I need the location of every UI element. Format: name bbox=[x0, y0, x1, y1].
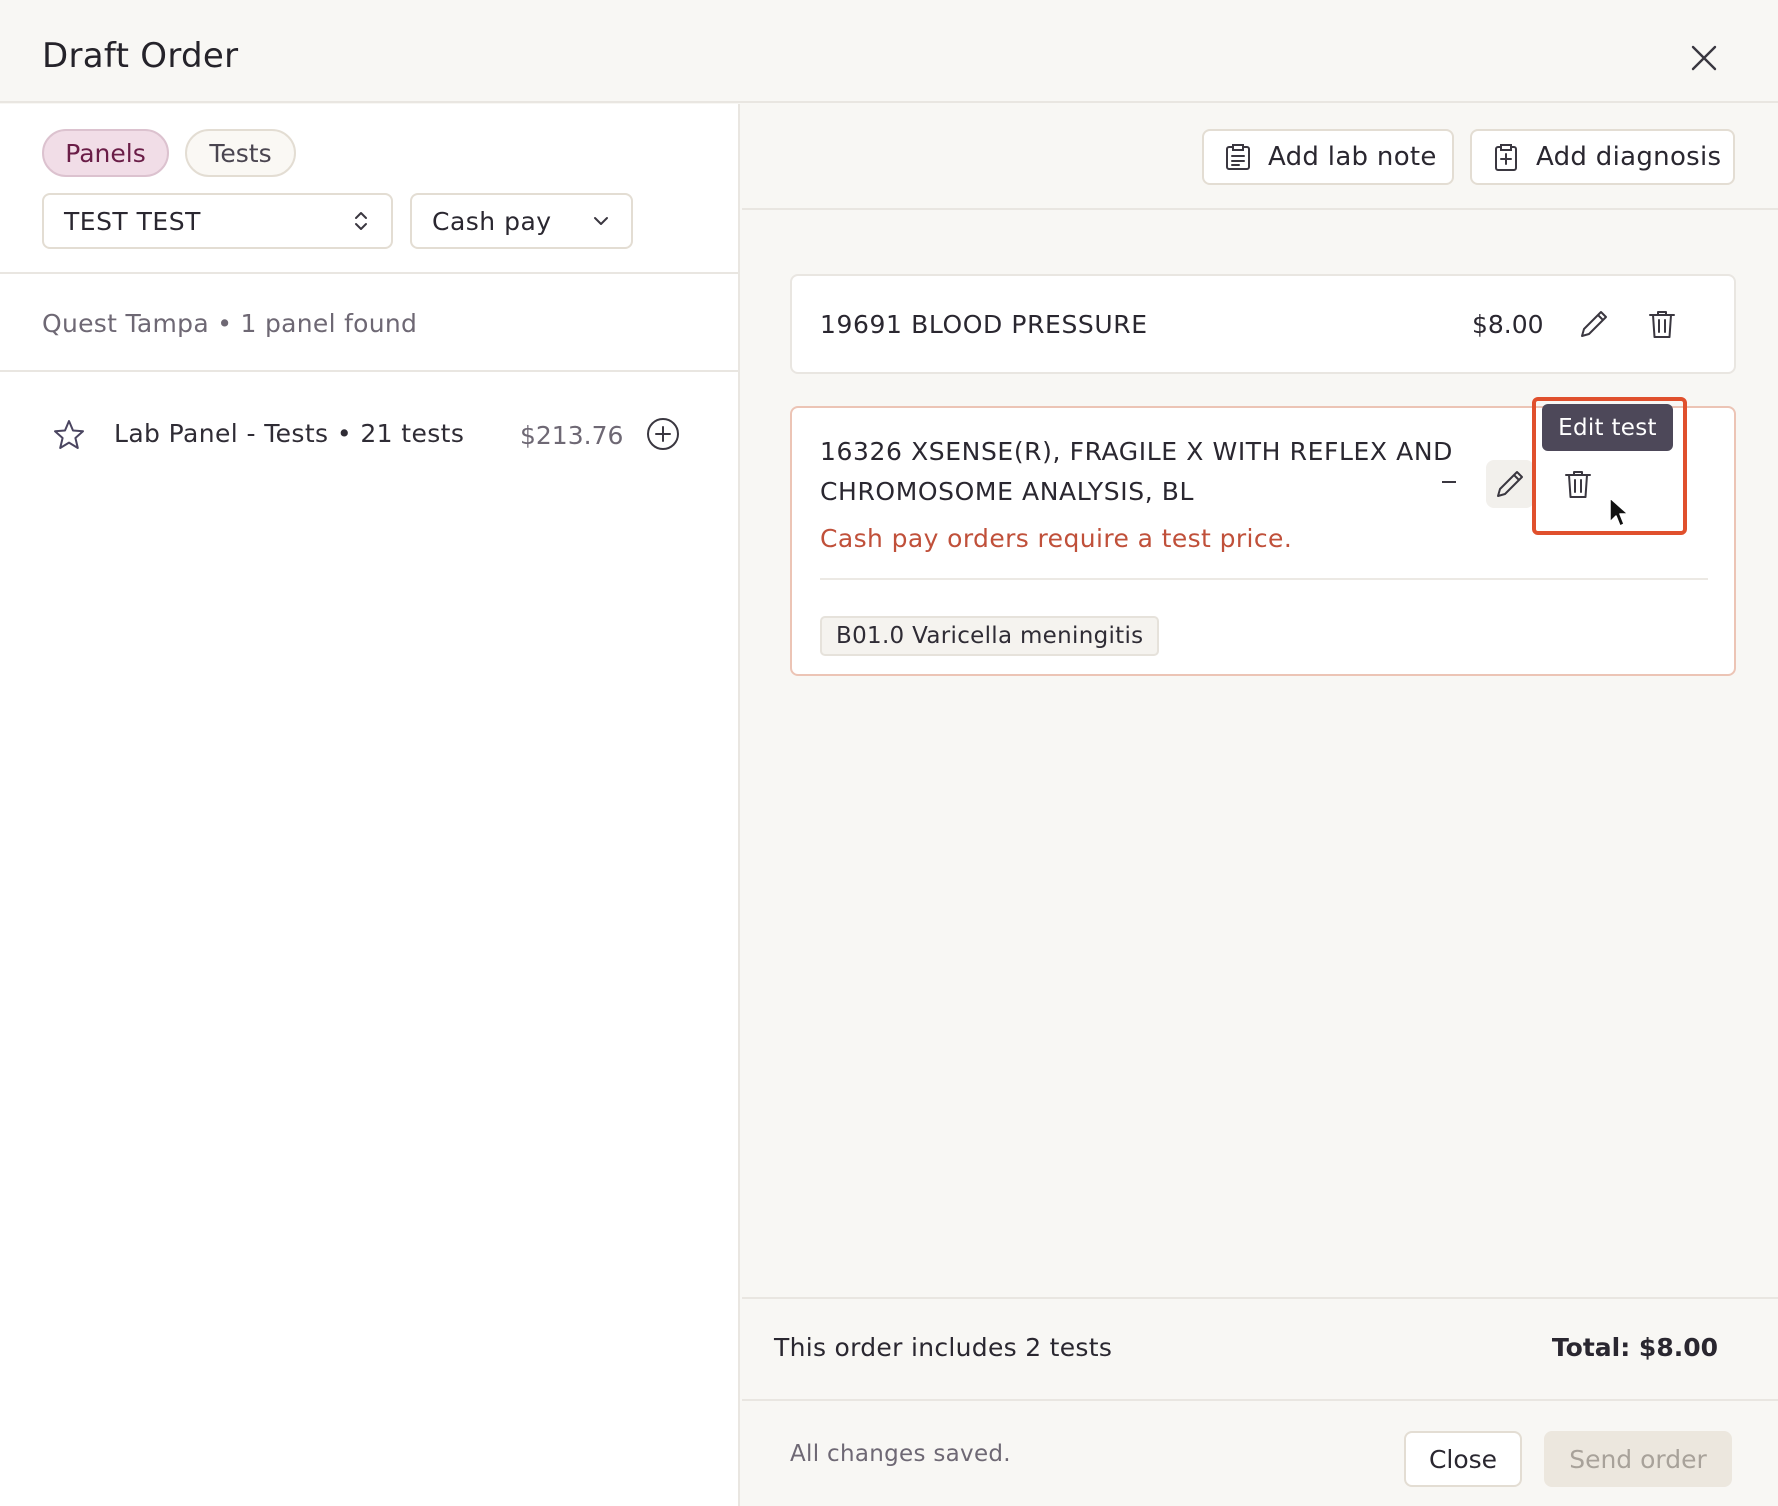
pencil-icon bbox=[1581, 311, 1607, 337]
order-toolbar: Add lab note Add diagnosis bbox=[742, 104, 1778, 210]
edit-test-button[interactable] bbox=[1570, 300, 1618, 348]
send-order-button[interactable]: Send order bbox=[1544, 1431, 1732, 1487]
test-name: 19691 BLOOD PRESSURE bbox=[820, 310, 1148, 339]
diagnosis-chip: B01.0 Varicella meningitis bbox=[820, 616, 1160, 656]
test-count: This order includes 2 tests bbox=[774, 1333, 1113, 1362]
draft-order-dialog: Draft Order Panels Tests TEST TEST Cash … bbox=[0, 0, 1778, 1506]
left-panel: Panels Tests TEST TEST Cash pay Quest Ta… bbox=[0, 104, 740, 1506]
chevron-updown-icon bbox=[355, 212, 367, 230]
divider bbox=[0, 272, 740, 274]
payer-select[interactable]: Cash pay bbox=[410, 193, 633, 249]
trash-icon bbox=[1649, 311, 1675, 338]
price-warning: Cash pay orders require a test price. bbox=[820, 524, 1293, 553]
pencil-icon bbox=[1497, 471, 1523, 497]
payer-select-value: Cash pay bbox=[432, 206, 552, 236]
test-name: 16326 XSENSE(R), FRAGILE X WITH REFLEX A… bbox=[820, 437, 1453, 506]
add-lab-note-label: Add lab note bbox=[1268, 142, 1437, 172]
separator-dash bbox=[1442, 481, 1456, 483]
dialog-title: Draft Order bbox=[42, 36, 239, 76]
add-lab-note-button[interactable]: Add lab note bbox=[1202, 129, 1454, 185]
panel-name: Lab Panel - Tests • 21 tests bbox=[114, 419, 465, 448]
divider bbox=[0, 370, 740, 372]
delete-test-button[interactable] bbox=[1638, 300, 1686, 348]
divider bbox=[820, 578, 1708, 580]
order-summary: This order includes 2 tests Total: $8.00 bbox=[742, 1297, 1778, 1401]
plus-circle-icon[interactable] bbox=[645, 416, 681, 452]
star-icon[interactable] bbox=[52, 418, 86, 452]
order-total: Total: $8.00 bbox=[1551, 1333, 1718, 1362]
add-diagnosis-label: Add diagnosis bbox=[1536, 142, 1722, 172]
clipboard-medical-icon bbox=[1495, 144, 1517, 171]
clipboard-note-icon bbox=[1226, 144, 1250, 170]
right-panel: Add lab note Add diagnosis 19691 BLOOD P… bbox=[742, 104, 1778, 1506]
tab-panels[interactable]: Panels bbox=[42, 129, 169, 177]
order-item-card: 19691 BLOOD PRESSURE $8.00 bbox=[790, 274, 1736, 374]
results-summary: Quest Tampa • 1 panel found bbox=[42, 309, 418, 338]
dialog-footer: All changes saved. Close Send order bbox=[742, 1401, 1778, 1506]
close-button[interactable]: Close bbox=[1404, 1431, 1522, 1487]
test-price: $8.00 bbox=[1472, 310, 1544, 339]
patient-select-value: TEST TEST bbox=[64, 206, 201, 236]
panel-list-item[interactable]: Lab Panel - Tests • 21 tests $213.76 bbox=[0, 404, 740, 464]
dialog-header: Draft Order bbox=[0, 0, 1778, 103]
add-diagnosis-button[interactable]: Add diagnosis bbox=[1470, 129, 1735, 185]
tab-tests[interactable]: Tests bbox=[185, 129, 296, 177]
panel-price: $213.76 bbox=[520, 421, 624, 450]
close-icon[interactable] bbox=[1686, 40, 1722, 76]
save-status: All changes saved. bbox=[790, 1441, 1011, 1467]
cursor-icon bbox=[1609, 497, 1629, 527]
chevron-down-icon bbox=[594, 217, 608, 225]
edit-test-button[interactable] bbox=[1486, 460, 1534, 508]
patient-select[interactable]: TEST TEST bbox=[42, 193, 393, 249]
